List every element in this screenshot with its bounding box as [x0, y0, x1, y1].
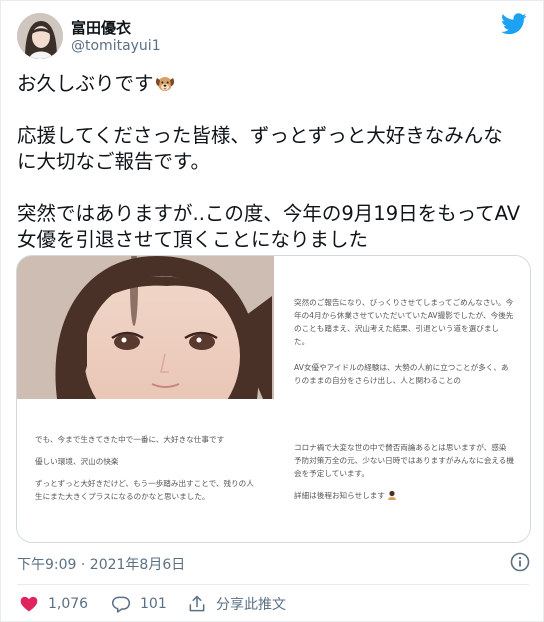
info-icon[interactable] — [510, 552, 530, 572]
image-text-paragraph: ずっとずっと大好きだけど、もう一歩踏み出すことで、残りの人生にまた大きくプラスに… — [35, 479, 254, 501]
media-text-image[interactable]: でも、今まで生きてきた中で一番に、大好きな仕事です 優しい環境、沢山の快楽 ずっ… — [17, 401, 274, 542]
like-button[interactable]: 1,076 — [19, 593, 88, 615]
avatar-image — [17, 13, 63, 59]
image-text-paragraph: でも、今まで生きてきた中で一番に、大好きな仕事です — [35, 435, 225, 444]
image-text-paragraph: コロナ禍で大変な世の中で賛否両論あるとは思いますが、感染予防対策万全の元、少ない… — [294, 443, 514, 478]
media-divider — [17, 399, 530, 401]
share-label: 分享此推文 — [216, 597, 286, 613]
tweet-line-4: 突然ではありますが..この度、今年の9月19日をもってAV — [17, 202, 521, 225]
tweet-text: お久しぶりです 応援してくださった皆様、ずっとずっと大好きなみんな に大切なご報… — [17, 71, 529, 253]
tweet-card: 富田優衣 @tomitayui1 お久しぶりです 応援してくださった皆様、ずっと… — [0, 0, 544, 622]
tweet-line-3: に大切なご報告です。 — [17, 150, 211, 173]
display-name[interactable]: 富田優衣 — [71, 17, 131, 38]
reply-bubble-icon — [111, 596, 131, 613]
image-text-paragraph: 優しい環境、沢山の快楽 — [35, 457, 119, 466]
like-count: 1,076 — [48, 596, 89, 612]
reply-button[interactable]: 101 — [111, 593, 167, 615]
footer-divider — [17, 584, 529, 585]
portrait-photo — [17, 256, 274, 399]
image-text-paragraph: AV女優やアイドルの経験は、大勢の人前に立つことが多く、ありのままの自分をさらけ… — [294, 363, 509, 385]
media-text-image[interactable]: 突然のご報告になり、びっくりさせてしまってごめんなさい。今年の4月から休業させて… — [276, 256, 530, 399]
tweet-line-1: お久しぶりです — [17, 71, 529, 97]
reply-count: 101 — [140, 596, 167, 612]
user-handle[interactable]: @tomitayui1 — [71, 38, 161, 54]
media-grid: 突然のご報告になり、びっくりさせてしまってごめんなさい。今年の4月から休業させて… — [16, 255, 531, 543]
media-photo[interactable] — [17, 256, 274, 399]
tweet-timestamp[interactable]: 下午9:09 · 2021年8月6日 — [17, 554, 185, 574]
tweet-line-2: 応援してくださった皆様、ずっとずっと大好きなみんな — [17, 124, 503, 147]
dog-face-emoji-icon — [155, 77, 174, 91]
twitter-bird-icon[interactable] — [501, 13, 527, 35]
image-text-paragraph: 突然のご報告になり、びっくりさせてしまってごめんなさい。今年の4月から休業させて… — [294, 298, 514, 346]
media-text-image[interactable]: コロナ禍で大変な世の中で賛否両論あるとは思いますが、感染予防対策万全の元、少ない… — [276, 401, 530, 542]
tweet-line-5: 女優を引退させて頂くことになりました — [17, 228, 369, 251]
image-text-paragraph: 詳細は後程お知らせします — [294, 489, 514, 502]
share-tweet-button[interactable]: 分享此推文 — [187, 593, 286, 615]
heart-icon — [20, 596, 38, 612]
bowing-person-emoji-icon — [388, 490, 397, 500]
avatar[interactable] — [17, 13, 63, 59]
share-upload-icon — [189, 595, 205, 612]
